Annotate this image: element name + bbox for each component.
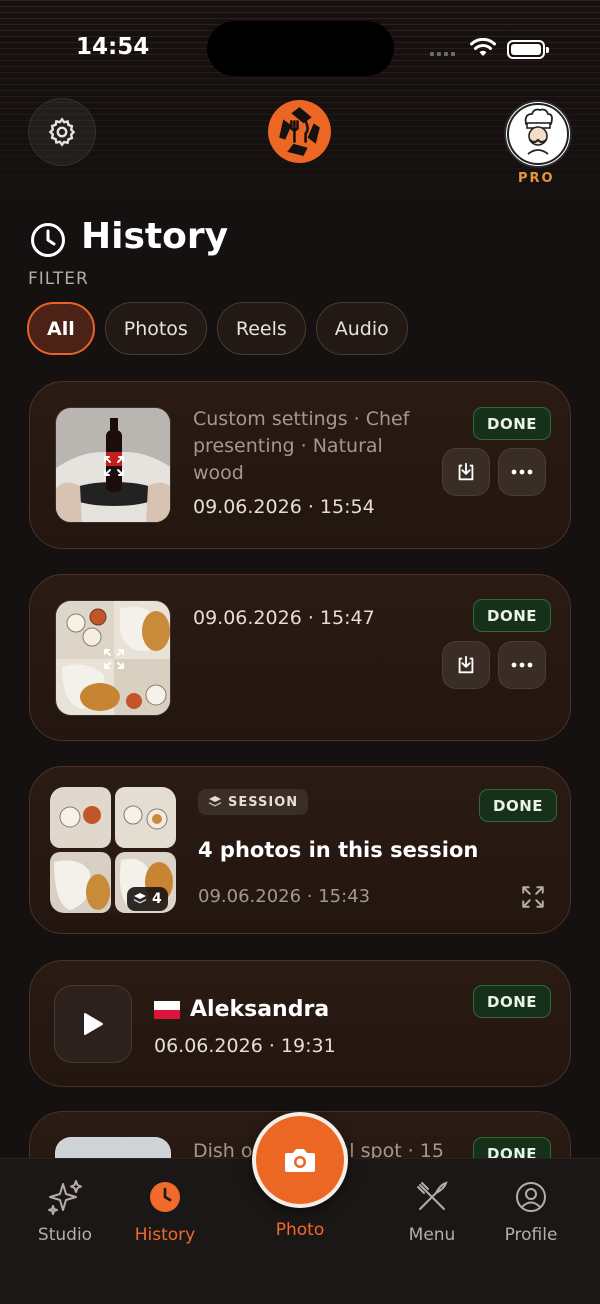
layers-icon [209, 796, 221, 807]
audio-card[interactable]: Aleksandra 06.06.2026 · 19:31 DONE [29, 960, 571, 1087]
profile-icon [516, 1182, 546, 1212]
download-icon [458, 655, 474, 674]
nav-profile[interactable]: Profile [476, 1177, 586, 1245]
page-title: History [81, 216, 229, 257]
download-button[interactable] [442, 448, 490, 496]
session-photo [50, 787, 111, 848]
poland-flag-icon [154, 1000, 180, 1019]
clock-icon [31, 223, 65, 257]
filter-chips: All Photos Reels Audio [27, 302, 408, 355]
card-date: 09.06.2026 · 15:54 [193, 496, 375, 518]
dynamic-island [207, 21, 394, 76]
photo-thumbnail[interactable] [55, 407, 171, 523]
photo-count-badge: 4 [127, 887, 168, 911]
session-badge: SESSION [198, 789, 309, 815]
session-title: 4 photos in this session [198, 838, 479, 862]
filter-chip-all[interactable]: All [27, 302, 95, 355]
photo-label: Photo [275, 1220, 325, 1240]
expand-icon[interactable] [520, 884, 546, 910]
status-badge: DONE [479, 789, 558, 822]
app-logo [268, 100, 331, 163]
restaurant-logo-avatar[interactable] [504, 100, 572, 168]
card-description: Custom settings · Chef presenting · Natu… [193, 408, 410, 484]
chef-bottle-image [56, 408, 170, 522]
sparkles-icon [48, 1180, 82, 1215]
card-date: 09.06.2026 · 15:47 [193, 607, 375, 629]
session-photo [115, 787, 176, 848]
filter-chip-photos[interactable]: Photos [104, 302, 207, 355]
history-card[interactable]: 09.06.2026 · 15:47 DONE [29, 574, 571, 741]
download-icon [458, 462, 474, 481]
collage-image [56, 601, 170, 715]
photo-thumbnail[interactable] [55, 600, 171, 716]
signal-icon [430, 52, 455, 56]
battery-icon [507, 40, 549, 59]
filter-chip-audio[interactable]: Audio [315, 302, 408, 355]
more-icon [511, 662, 533, 668]
audio-voice: Aleksandra [154, 997, 329, 1022]
more-button[interactable] [498, 641, 546, 689]
play-icon [84, 1013, 103, 1035]
session-photo [50, 852, 111, 913]
chef-logo-icon [507, 103, 569, 165]
photo-count: 4 [152, 891, 162, 907]
session-badge-label: SESSION [228, 794, 299, 810]
status-badge: DONE [473, 407, 552, 440]
nav-history[interactable]: History [110, 1177, 220, 1245]
camera-icon [285, 1149, 315, 1172]
clock-icon [150, 1182, 180, 1212]
nav-label: History [134, 1225, 196, 1245]
more-button[interactable] [498, 448, 546, 496]
more-icon [511, 469, 533, 475]
utensils-icon [417, 1181, 448, 1210]
nav-label: Profile [504, 1225, 558, 1245]
layers-icon [134, 893, 146, 904]
gear-icon [48, 117, 76, 147]
status-badge: DONE [473, 599, 552, 632]
session-card[interactable]: 4 SESSION 4 photos in this session 09.06… [29, 766, 571, 934]
nav-studio[interactable]: Studio [10, 1177, 120, 1245]
nav-label: Studio [37, 1225, 93, 1245]
card-date: 06.06.2026 · 19:31 [154, 1035, 336, 1057]
download-button[interactable] [442, 641, 490, 689]
voice-name: Aleksandra [190, 997, 330, 1022]
pro-badge: PRO [518, 171, 555, 186]
settings-button[interactable] [28, 98, 96, 166]
card-date: 09.06.2026 · 15:43 [198, 886, 371, 907]
wifi-icon [470, 38, 496, 56]
nav-menu[interactable]: Menu [377, 1177, 487, 1245]
play-button[interactable] [54, 985, 132, 1063]
history-card[interactable]: Custom settings · Chef presenting · Natu… [29, 381, 571, 549]
filter-label: FILTER [28, 269, 89, 289]
photo-button[interactable] [252, 1112, 348, 1208]
filter-chip-reels[interactable]: Reels [216, 302, 306, 355]
status-time: 14:54 [76, 34, 150, 60]
nav-label: Menu [408, 1225, 456, 1245]
status-badge: DONE [473, 985, 552, 1018]
